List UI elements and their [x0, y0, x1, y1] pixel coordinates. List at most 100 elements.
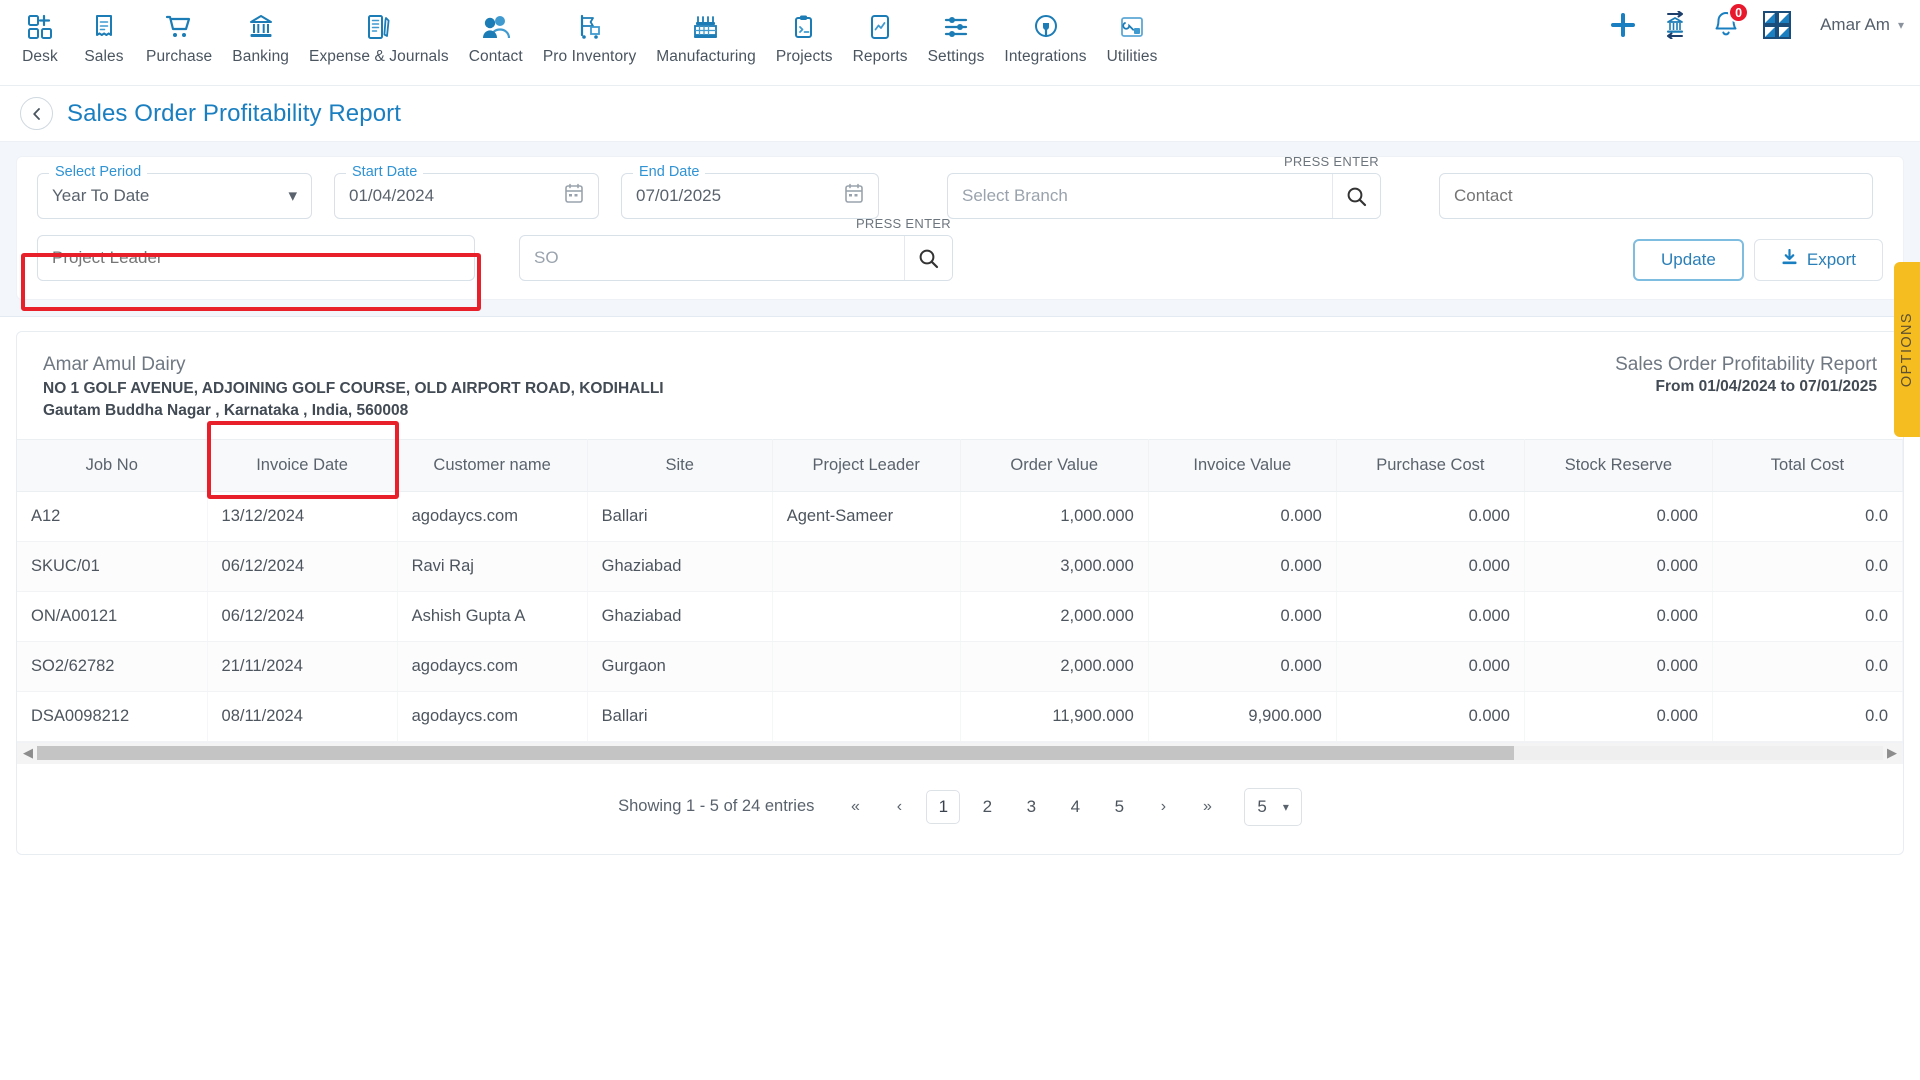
bell-icon[interactable]: 0 — [1712, 2, 1750, 40]
export-label: Export — [1806, 250, 1856, 269]
pagination: Showing 1 - 5 of 24 entries « ‹ 1 2 3 4 … — [17, 764, 1903, 854]
page-button-5[interactable]: 5 — [1102, 790, 1136, 824]
page-size-select[interactable]: 5 ▾ — [1244, 787, 1302, 826]
cell-invoice-date: 06/12/2024 — [207, 541, 398, 592]
report-title: Sales Order Profitability Report — [1615, 354, 1877, 375]
report-title-block: Sales Order Profitability Report From 01… — [1615, 354, 1877, 396]
col-site[interactable]: Site — [587, 438, 773, 492]
back-button[interactable] — [20, 97, 53, 130]
nav-item-utilities[interactable]: Utilities — [1097, 8, 1168, 66]
cell-total-cost: 0.0 — [1712, 641, 1903, 692]
col-order-value[interactable]: Order Value — [960, 438, 1149, 492]
search-icon[interactable] — [1332, 174, 1380, 218]
page-button-1[interactable]: 1 — [926, 789, 961, 824]
col-job-no[interactable]: Job No — [17, 438, 208, 492]
nav-item-reports[interactable]: Reports — [843, 8, 918, 66]
bank-transfer-icon[interactable] — [1660, 11, 1690, 39]
col-invoice-value[interactable]: Invoice Value — [1148, 438, 1337, 492]
nav-item-purchase[interactable]: Purchase — [136, 8, 222, 66]
start-date-field[interactable]: Start Date 01/04/2024 — [334, 164, 599, 219]
cell-purchase-cost: 0.000 — [1336, 691, 1525, 742]
select-period-label: Select Period — [49, 164, 148, 180]
projects-icon — [791, 10, 817, 44]
scrollbar-track[interactable] — [37, 746, 1883, 761]
caret-right-icon[interactable]: ▶ — [1885, 745, 1899, 761]
caret-left-icon[interactable]: ◀ — [21, 745, 35, 761]
nav-label: Contact — [468, 48, 523, 65]
nav-item-desk[interactable]: Desk — [8, 8, 72, 66]
filter-row-1: Select Period Year To Date ▾ Start Date … — [37, 154, 1883, 219]
contact-field[interactable] — [1439, 173, 1873, 219]
download-icon — [1781, 248, 1798, 271]
nav-item-manufacturing[interactable]: Manufacturing — [646, 8, 766, 66]
nav-item-settings[interactable]: Settings — [918, 8, 995, 66]
calendar-icon[interactable] — [564, 183, 584, 209]
update-button[interactable]: Update — [1633, 239, 1744, 281]
cell-project-leader — [772, 691, 961, 742]
table-row[interactable]: ON/A00121 06/12/2024 Ashish Gupta A Ghaz… — [17, 591, 1903, 642]
col-total-cost[interactable]: Total Cost — [1712, 438, 1903, 492]
next-page-button[interactable]: › — [1146, 790, 1180, 824]
scrollbar-thumb[interactable] — [37, 746, 1514, 761]
table-row[interactable]: SO2/62782 21/11/2024 agodaycs.com Gurgao… — [17, 641, 1903, 692]
so-search-field[interactable]: PRESS ENTER — [519, 216, 953, 281]
nav-item-banking[interactable]: Banking — [222, 8, 299, 66]
select-branch-input[interactable] — [948, 174, 1332, 218]
report-card: Amar Amul Dairy NO 1 GOLF AVENUE, ADJOIN… — [16, 331, 1904, 855]
so-search-input[interactable] — [520, 236, 904, 280]
table-row[interactable]: SKUC/01 06/12/2024 Ravi Raj Ghaziabad 3,… — [17, 541, 1903, 592]
nav-item-contact[interactable]: Contact — [459, 8, 533, 66]
horizontal-scrollbar[interactable]: ◀ ▶ — [17, 741, 1903, 764]
nav-item-pro-inventory[interactable]: Pro Inventory — [533, 8, 646, 66]
grid-apps-icon[interactable] — [1762, 10, 1792, 40]
project-leader-input[interactable] — [52, 248, 460, 268]
report-date-range: From 01/04/2024 to 07/01/2025 — [1655, 378, 1877, 395]
table-row[interactable]: A12 13/12/2024 agodaycs.com Ballari Agen… — [17, 491, 1903, 542]
nav-label: Integrations — [1004, 48, 1087, 65]
col-invoice-date[interactable]: Invoice Date — [207, 438, 398, 492]
user-menu[interactable]: Amar Am ▾ — [1820, 15, 1904, 35]
nav-item-sales[interactable]: Sales — [72, 8, 136, 66]
report-header: Amar Amul Dairy NO 1 GOLF AVENUE, ADJOIN… — [17, 332, 1903, 439]
export-button[interactable]: Export — [1753, 239, 1883, 281]
bank-icon — [248, 10, 274, 44]
col-project-leader[interactable]: Project Leader — [772, 438, 961, 492]
prev-page-button[interactable]: ‹ — [882, 790, 916, 824]
contact-input[interactable] — [1454, 186, 1858, 206]
col-purchase-cost[interactable]: Purchase Cost — [1336, 438, 1525, 492]
chevron-down-icon: ▾ — [1282, 799, 1289, 814]
plus-icon[interactable] — [1608, 10, 1638, 40]
nav-label: Banking — [232, 48, 290, 65]
project-leader-field[interactable] — [37, 235, 475, 281]
people-icon — [482, 10, 510, 44]
page-button-2[interactable]: 2 — [970, 790, 1004, 824]
options-side-tab[interactable]: OPTIONS — [1894, 262, 1920, 437]
nav-items-list: Desk Sales Purchase Banking Expense & Jo — [0, 8, 1167, 66]
so-press-enter-hint: PRESS ENTER — [855, 216, 951, 231]
search-icon[interactable] — [904, 236, 952, 280]
factory-icon — [692, 10, 720, 44]
page-button-4[interactable]: 4 — [1058, 790, 1092, 824]
profitability-table: Job No Invoice Date Customer name Site P… — [17, 438, 1903, 742]
nav-item-projects[interactable]: Projects — [766, 8, 843, 66]
page-button-3[interactable]: 3 — [1014, 790, 1048, 824]
select-branch-field[interactable]: PRESS ENTER — [947, 154, 1381, 219]
col-stock-reserve[interactable]: Stock Reserve — [1524, 438, 1713, 492]
cell-purchase-cost: 0.000 — [1336, 541, 1525, 592]
page-title-bar: Sales Order Profitability Report — [0, 86, 1920, 142]
table-row[interactable]: DSA0098212 08/11/2024 agodaycs.com Balla… — [17, 691, 1903, 742]
cell-order-value: 2,000.000 — [960, 591, 1149, 642]
cell-job-no: SKUC/01 — [17, 541, 208, 592]
cell-invoice-date: 13/12/2024 — [207, 491, 398, 542]
col-customer-name[interactable]: Customer name — [397, 438, 588, 492]
last-page-button[interactable]: » — [1190, 790, 1224, 824]
cell-invoice-date: 08/11/2024 — [207, 691, 398, 742]
first-page-button[interactable]: « — [838, 790, 872, 824]
user-name-label: Amar Am — [1820, 15, 1890, 34]
nav-item-integrations[interactable]: Integrations — [994, 8, 1096, 66]
nav-item-expense-journals[interactable]: Expense & Journals — [299, 8, 459, 66]
select-period-field[interactable]: Select Period Year To Date ▾ — [37, 164, 312, 219]
cell-site: Ghaziabad — [587, 541, 773, 592]
end-date-field[interactable]: End Date 07/01/2025 — [621, 164, 879, 219]
calendar-icon[interactable] — [844, 183, 864, 209]
